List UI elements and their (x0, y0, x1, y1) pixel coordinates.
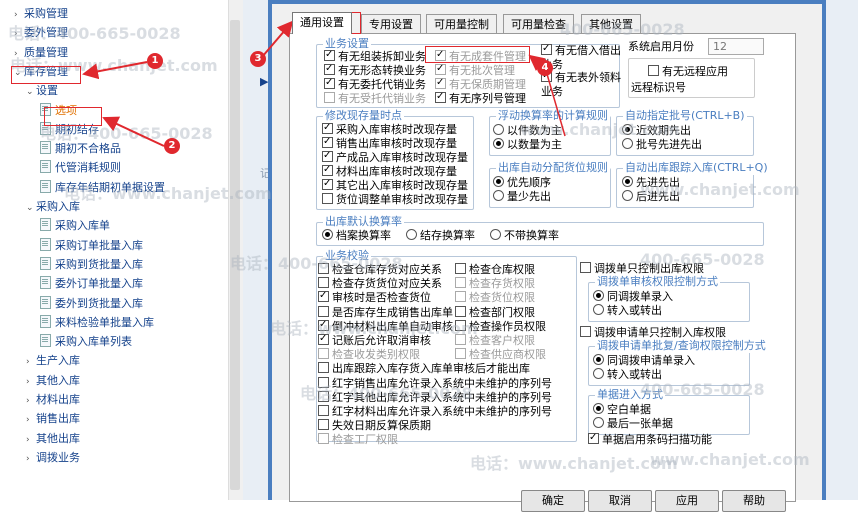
tab-general[interactable]: 通用设置 (292, 12, 352, 34)
annotation-number-3: 3 (250, 51, 266, 67)
annotation-arrows (82, 20, 566, 147)
annotation-number-4: 4 (537, 60, 553, 76)
annotation-number-2: 2 (164, 138, 180, 154)
annotation-number-1: 1 (147, 53, 163, 69)
